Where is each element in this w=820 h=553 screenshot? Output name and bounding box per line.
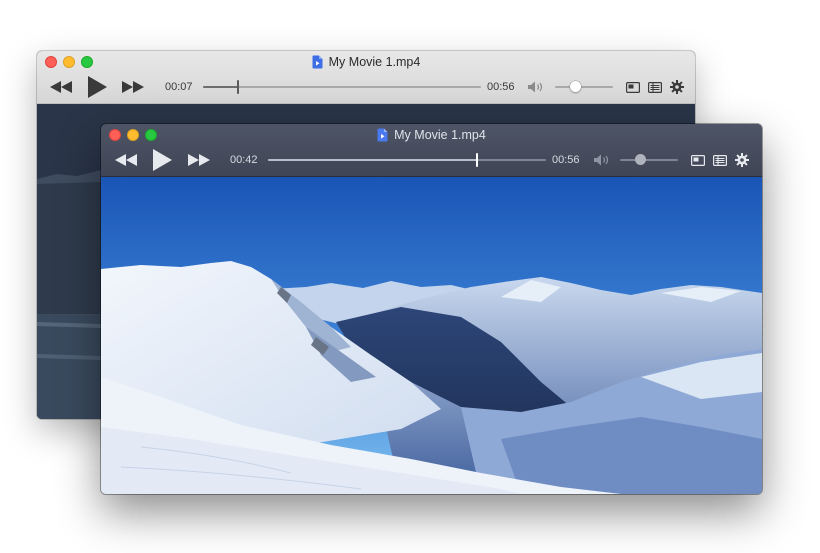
play-button[interactable] (86, 75, 108, 99)
front-window-title: My Movie 1.mp4 (101, 127, 762, 143)
fast-forward-icon (122, 81, 144, 93)
front-window-titlebar[interactable]: My Movie 1.mp4 00:42 00:56 (101, 124, 762, 177)
gear-icon (735, 153, 749, 167)
seek-bar-fill (268, 159, 477, 161)
desktop-stage: My Movie 1.mp4 00:07 00:56 My Movie 1.mp… (0, 0, 820, 553)
play-icon (153, 149, 172, 171)
seek-bar-fill (203, 86, 238, 88)
playlist-icon (713, 154, 727, 166)
picture-in-picture-icon (626, 81, 640, 93)
video-file-icon (312, 55, 323, 69)
play-icon (88, 76, 107, 98)
back-window-titlebar[interactable]: My Movie 1.mp4 00:07 00:56 (37, 51, 695, 104)
front-player-window[interactable]: My Movie 1.mp4 00:42 00:56 (101, 124, 762, 494)
play-button[interactable] (151, 148, 173, 172)
volume-slider-knob[interactable] (569, 81, 581, 92)
gear-icon (670, 80, 684, 94)
picture-in-picture-icon (691, 154, 705, 166)
back-window-title-text: My Movie 1.mp4 (328, 55, 421, 69)
front-window-title-text: My Movie 1.mp4 (394, 128, 486, 142)
volume-button[interactable] (527, 79, 545, 95)
volume-slider[interactable] (620, 154, 678, 165)
fast-forward-button[interactable] (187, 150, 211, 170)
fast-forward-button[interactable] (121, 77, 145, 97)
volume-slider-knob[interactable] (634, 154, 646, 165)
seek-bar[interactable] (268, 153, 546, 167)
current-time: 00:07 (165, 81, 193, 93)
volume-slider[interactable] (555, 81, 613, 92)
rewind-button[interactable] (114, 150, 138, 170)
mountain-video-frame (101, 177, 762, 494)
playlist-icon (648, 81, 662, 93)
rewind-button[interactable] (49, 77, 73, 97)
picture-in-picture-button[interactable] (690, 152, 706, 168)
volume-icon (593, 154, 608, 166)
volume-icon (527, 81, 542, 93)
seek-playhead[interactable] (236, 80, 239, 94)
duration-time: 00:56 (552, 154, 580, 166)
playlist-button[interactable] (712, 152, 728, 168)
current-time: 00:42 (230, 154, 258, 166)
rewind-icon (50, 81, 72, 93)
seek-playhead[interactable] (475, 153, 478, 167)
settings-button[interactable] (669, 79, 685, 95)
video-file-icon (377, 128, 388, 142)
seek-bar[interactable] (203, 80, 481, 94)
front-video-area[interactable] (101, 177, 762, 494)
back-transport-controls: 00:07 00:56 (37, 73, 695, 101)
duration-time: 00:56 (487, 81, 515, 93)
rewind-icon (115, 154, 137, 166)
playlist-button[interactable] (647, 79, 663, 95)
fast-forward-icon (188, 154, 210, 166)
settings-button[interactable] (734, 152, 750, 168)
front-transport-controls: 00:42 00:56 (101, 146, 762, 174)
back-window-title: My Movie 1.mp4 (37, 54, 695, 70)
picture-in-picture-button[interactable] (625, 79, 641, 95)
volume-button[interactable] (593, 152, 611, 168)
